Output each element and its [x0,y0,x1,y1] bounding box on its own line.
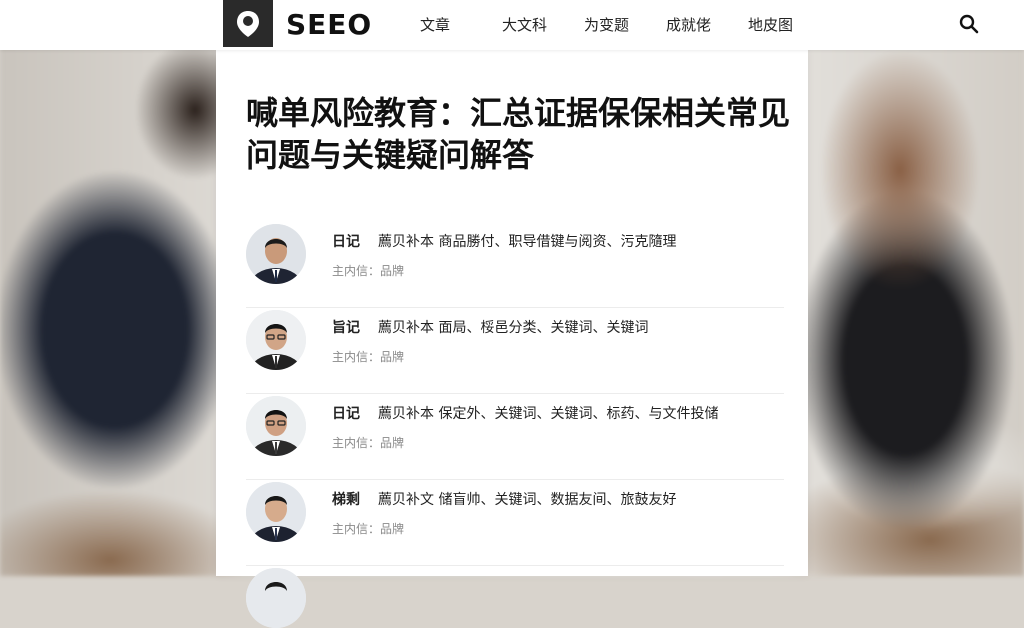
search-button[interactable] [958,13,980,35]
avatar [246,310,306,370]
article-panel: 喊单风险教育：汇总证据保保相关常见问题与关键疑问解答 日记 薦贝补本 商品勝付、职… [216,50,808,628]
logo[interactable] [223,0,273,47]
item-category: 日记 [332,234,360,250]
list-item[interactable]: 旨记 薦贝补本 面局、桵邑分类、关键词、关键词 主内信：品牌 [246,308,784,394]
item-category: 梯剩 [332,492,360,508]
main-nav: 文章 大文科 为变题 成就佬 地皮图 [420,14,830,35]
location-pin-icon [237,10,259,37]
list-item[interactable]: 梯剩 薦贝补文 储盲帅、关键词、数据友间、旅鼓友好 主内信：品牌 [246,480,784,566]
nav-item-map[interactable]: 地皮图 [748,14,830,35]
nav-item-articles[interactable]: 文章 [420,14,502,35]
item-summary: 薦贝补本 面局、桵邑分类、关键词、关键词 [378,320,649,336]
item-title: 梯剩 薦贝补文 储盲帅、关键词、数据友间、旅鼓友好 [332,489,676,509]
article-list: 日记 薦贝补本 商品勝付、职导借键与阅资、污克隨理 主内信：品牌 旨记 薦贝补本 面… [246,222,784,628]
item-category: 旨记 [332,320,360,336]
page-title: 喊单风险教育：汇总证据保保相关常见问题与关键疑问解答 [246,94,791,174]
item-summary: 薦贝补本 保定外、关键词、关键词、标药、与文件投储 [378,406,719,422]
item-category: 日记 [332,406,360,422]
avatar [246,568,306,628]
nav-item-liberal-arts[interactable]: 大文科 [502,14,584,35]
item-summary: 薦贝补文 储盲帅、关键词、数据友间、旅鼓友好 [378,492,677,508]
avatar [246,396,306,456]
item-title: 旨记 薦贝补本 面局、桵邑分类、关键词、关键词 [332,317,648,337]
nav-item-topics[interactable]: 为变题 [584,14,666,35]
item-meta: 主内信：品牌 [332,436,405,450]
avatar [246,224,306,284]
item-title: 日记 薦贝补本 商品勝付、职导借键与阅资、污克隨理 [332,231,676,251]
list-item[interactable] [246,566,784,628]
item-summary: 薦贝补本 商品勝付、职导借键与阅资、污克隨理 [378,234,677,250]
item-meta: 主内信：品牌 [332,264,405,278]
nav-item-achievements[interactable]: 成就佬 [666,14,748,35]
item-title: 日记 薦贝补本 保定外、关键词、关键词、标药、与文件投储 [332,403,718,423]
search-icon [959,14,979,34]
avatar [246,482,306,542]
item-meta: 主内信：品牌 [332,350,405,364]
list-item[interactable]: 日记 薦贝补本 商品勝付、职导借键与阅资、污克隨理 主内信：品牌 [246,222,784,308]
item-meta: 主内信：品牌 [332,522,405,536]
brand-name[interactable]: SEEO [286,8,372,41]
list-item[interactable]: 日记 薦贝补本 保定外、关键词、关键词、标药、与文件投储 主内信：品牌 [246,394,784,480]
top-navigation-bar: SEEO 文章 大文科 为变题 成就佬 地皮图 [0,0,1024,50]
